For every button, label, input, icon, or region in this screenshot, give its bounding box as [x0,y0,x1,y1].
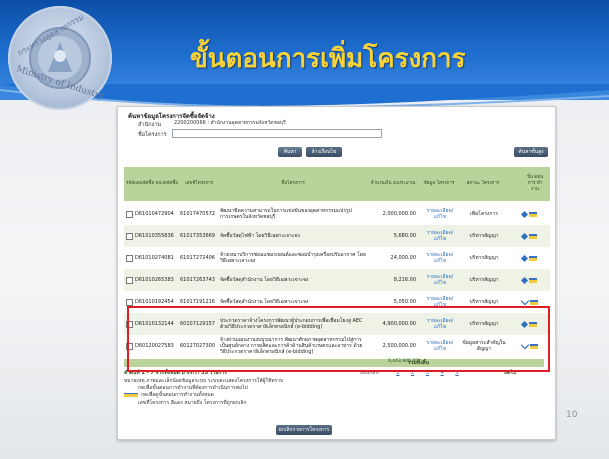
row-info-link[interactable]: รายละเอียด/แก้ไข [422,225,458,247]
row-info-link[interactable]: รายละเอียด/แก้ไข [422,269,458,291]
row-amount: 8,216.00 [393,277,416,283]
agency-value: 2200200066 : สำนักงานอุตสาหกรรมจังหวัดชล… [172,119,302,128]
th-step: ขั้น ตอน การ ทำ งาน [526,175,544,192]
slide: Ministry of Industry กระทรวงอุตสาหกรรม ข… [0,0,609,459]
slide-number: 10 [566,410,578,420]
row-status: บริหารสัญญา [469,233,499,239]
row-project-name: จัดซื้อวัสดุสำนักงาน โดยวิธีเฉพาะเจาะจง [220,277,309,283]
table-header: รหัสแผนจัดซื้อ หน่วยจัดซื้อ เลขที่โครงกา… [124,167,550,201]
document-icon[interactable] [529,211,537,217]
document-icon[interactable] [529,233,537,239]
advanced-search-button[interactable]: ค้นหาขั้นสูง [514,147,548,157]
table-row: D61010265383 61017263743 จัดซื้อวัสดุสำนัก… [124,269,550,291]
row-amount: 24,000.00 [390,255,416,261]
row-plan-cell: D61010355836 [126,225,180,247]
pin-icon[interactable] [520,210,529,218]
row-project-no[interactable]: 61017263743 [180,269,218,291]
row-plan-code: D61010265383 [135,277,174,283]
document-icon[interactable] [530,299,538,305]
table-row: D61010355836 61017353669 จัดซื้อวัสดุไฟฟ้า… [124,225,550,247]
screenshot-panel: ค้นหาข้อมูลโครงการจัดซื้อจัดจ้าง สำนักงา… [117,106,556,440]
ministry-seal-logo: Ministry of Industry กระทรวงอุตสาหกรรม [8,6,112,110]
row-info-link[interactable]: รายละเอียด/แก้ไข [422,247,458,269]
row-status: บริหารสัญญา [469,255,499,261]
pin-icon[interactable] [520,232,529,240]
slide-title: ขั้นตอนการเพิ่มโครงการ [190,44,466,74]
row-checkbox[interactable] [126,254,133,262]
row-plan-cell: D61010265383 [126,269,180,291]
note-4: เลขที่โครงการ สีแดง หมายถึง โครงการที่ถู… [138,400,247,406]
cancel-project-button[interactable]: ยกเลิกรายการโครงการ [276,425,332,435]
project-name-label: ชื่อโครงการ [138,132,167,138]
row-plan-code: D61010472904 [135,211,174,217]
row-step-icons [520,247,548,269]
row-plan-code: D61010274081 [135,255,174,261]
th-amount: จำนวนเงิน งบประมาณ [370,181,416,186]
th-project-no: เลขที่โครงการ [184,181,214,186]
row-checkbox[interactable] [126,210,133,218]
note-3: กดเพื่อดูขั้นตอนการทำงานทั้งหมด [124,391,214,399]
row-plan-code: D61010192454 [135,299,174,305]
table-row: D61010472904 61017470572 พัฒนาขีดความสามาร… [124,203,550,225]
highlight-box [127,306,550,372]
pin-icon[interactable] [520,254,529,262]
pin-icon[interactable] [520,276,529,284]
row-project-name: จ้างเหมาบริการซ่อมแซมรถยนต์และซ่อมบำรุงเ… [220,252,366,264]
agency-label: สำนักงาน [138,122,162,128]
row-project-no[interactable]: 61017470572 [180,203,218,225]
th-info: ข้อมูล โครงการ [423,181,455,186]
row-plan-cell: D61010274081 [126,247,180,269]
table-row: D61010274081 61017272406 จ้างเหมาบริการซ่อ… [124,247,550,269]
row-plan-cell: D61010472904 [126,203,180,225]
document-icon[interactable] [529,277,537,283]
th-project-name: ชื่อโครงการ [281,181,305,186]
row-step-icons [520,225,548,247]
row-step-icons [520,269,548,291]
row-project-name: จัดซื้อวัสดุไฟฟ้า โดยวิธีเฉพาะเจาะจง [220,233,300,239]
search-button[interactable]: ค้นหา [278,147,302,157]
row-status: บริหารสัญญา [469,277,499,283]
row-amount: 2,000,000.00 [382,211,416,217]
row-amount: 5,680.00 [393,233,416,239]
check-icon[interactable] [520,296,530,306]
row-checkbox[interactable] [126,298,133,306]
clear-button[interactable]: ล้างเงื่อนไข [306,147,342,157]
row-project-no[interactable]: 61017272406 [180,247,218,269]
legend-doc-icon [124,392,138,397]
row-project-name: พัฒนาขีดความสามารถในการแข่งขันของอุตสาหก… [220,208,352,220]
project-name-input[interactable] [172,129,382,138]
row-info-link[interactable]: รายละเอียด/แก้ไข [422,203,458,225]
row-step-icons [520,203,548,225]
th-plan-code: รหัสแผนจัดซื้อ หน่วยจัดซื้อ [125,181,178,186]
row-status: เพิ่มโครงการ [470,211,498,217]
row-plan-code: D61010355836 [135,233,174,239]
document-icon[interactable] [529,255,537,261]
note-3-text: กดเพื่อดูขั้นตอนการทำงานทั้งหมด [141,392,214,398]
th-status: สถานะ โครงการ [466,181,500,186]
row-checkbox[interactable] [126,276,133,284]
row-project-no[interactable]: 61017353669 [180,225,218,247]
row-checkbox[interactable] [126,232,133,240]
